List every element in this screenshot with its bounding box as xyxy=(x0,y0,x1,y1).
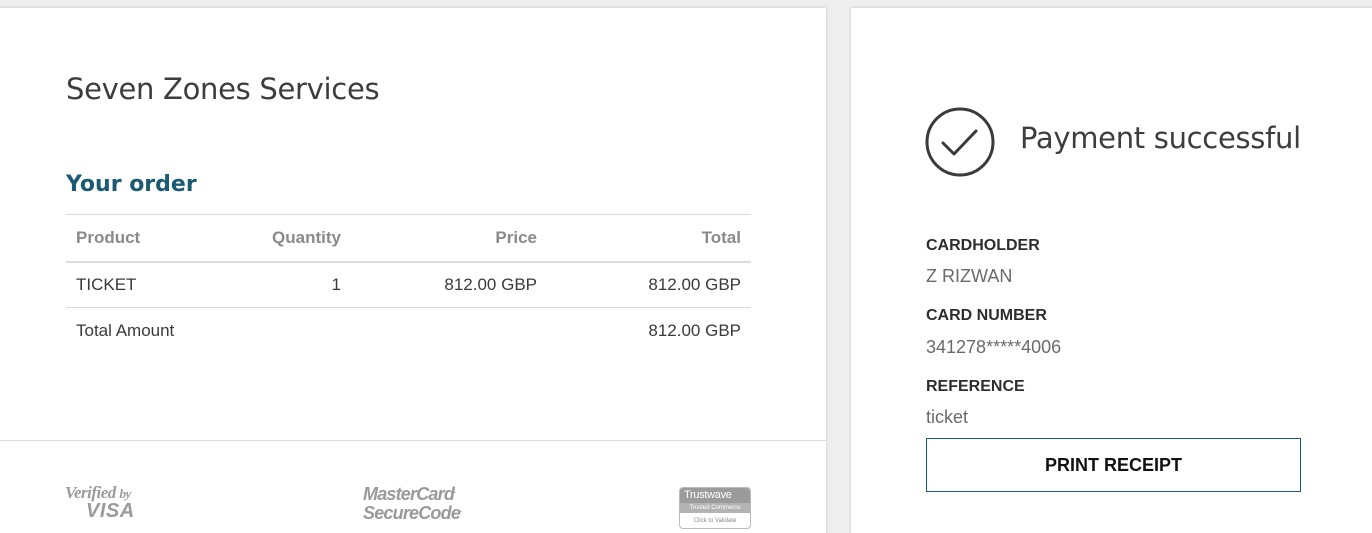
order-title: Your order xyxy=(66,172,197,197)
verified-by-visa-logo: Verified by VISA xyxy=(65,483,135,522)
trustwave-name: Trustwave xyxy=(680,488,750,503)
table-row: TICKET 1 812.00 GBP 812.00 GBP xyxy=(66,261,751,308)
merchant-name: Seven Zones Services xyxy=(66,72,380,106)
row-quantity: 1 xyxy=(241,261,351,308)
header-product: Product xyxy=(66,214,241,263)
header-quantity: Quantity xyxy=(241,214,351,263)
header-price: Price xyxy=(351,214,547,263)
cardholder-value: Z RIZWAN xyxy=(926,266,1013,286)
mastercard-securecode-logo: MasterCard. SecureCode. xyxy=(363,484,463,523)
payment-status: Payment successful xyxy=(1020,121,1301,155)
order-table: Product Quantity Price Total TICKET 1 81… xyxy=(66,214,751,354)
trustwave-validate: Click to Validate xyxy=(693,518,737,524)
card-number-label: CARD NUMBER xyxy=(926,307,1047,324)
trustwave-tagline: Trusted Commerce xyxy=(680,503,750,513)
total-amount-value: 812.00 GBP xyxy=(648,320,741,340)
header-total: Total xyxy=(547,214,751,263)
reference-value: ticket xyxy=(926,407,969,427)
check-circle-icon xyxy=(925,107,995,177)
row-price: 812.00 GBP xyxy=(351,261,547,308)
print-receipt-button[interactable]: PRINT RECEIPT xyxy=(926,438,1301,492)
row-total: 812.00 GBP xyxy=(547,261,751,308)
total-amount-label: Total Amount xyxy=(76,320,175,340)
reference-label: REFERENCE xyxy=(926,378,1025,395)
card-number-value: 341278*****4006 xyxy=(926,337,1062,357)
cardholder-label: CARDHOLDER xyxy=(926,237,1040,254)
total-row: Total Amount 812.00 GBP xyxy=(66,308,751,354)
row-product: TICKET xyxy=(66,261,241,308)
table-header-row: Product Quantity Price Total xyxy=(66,214,751,263)
trustwave-seal[interactable]: Trustwave Trusted Commerce Click to Vali… xyxy=(679,487,751,529)
footer-divider xyxy=(0,440,826,441)
